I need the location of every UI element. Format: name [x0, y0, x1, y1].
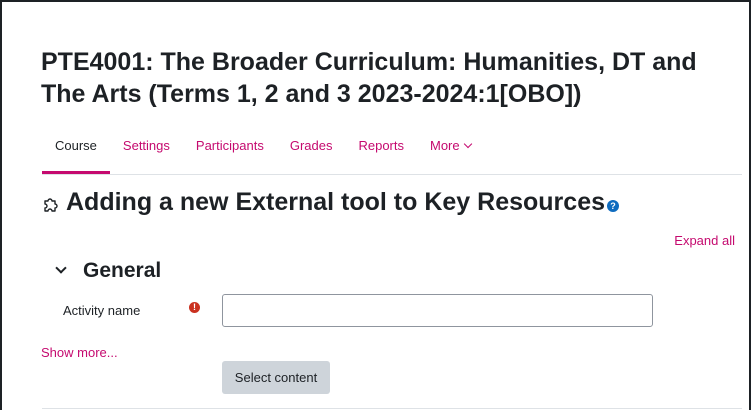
page-title: Adding a new External tool to Key Resour… — [66, 188, 606, 216]
nav-item-settings[interactable]: Settings — [110, 130, 183, 164]
select-content-button[interactable]: Select content — [222, 361, 330, 394]
activity-name-input[interactable] — [222, 294, 653, 327]
nav-item-more[interactable]: More — [417, 130, 484, 164]
course-title: PTE4001: The Broader Curriculum: Humanit… — [41, 48, 697, 108]
show-more-link[interactable]: Show more... — [41, 345, 118, 360]
nav-divider — [42, 174, 742, 175]
chevron-down-icon — [55, 262, 67, 274]
general-section-toggle[interactable]: General — [55, 259, 162, 283]
nav-item-label: Course — [55, 138, 97, 153]
secondary-navigation: Course Settings Participants Grades Repo… — [42, 130, 484, 174]
chevron-down-icon — [463, 139, 472, 149]
section-title-general: General — [83, 259, 162, 282]
help-icon[interactable]: ? — [607, 200, 620, 212]
nav-item-label: More — [430, 138, 460, 153]
nav-item-label: Grades — [289, 138, 333, 153]
nav-item-label: Reports — [358, 138, 404, 153]
nav-item-label: Participants — [195, 138, 264, 153]
section-divider — [42, 408, 742, 409]
nav-item-reports[interactable]: Reports — [345, 130, 417, 164]
expand-all-link[interactable]: Expand all — [674, 233, 735, 248]
puzzle-piece-icon — [44, 198, 58, 212]
nav-item-label: Settings — [122, 138, 170, 153]
nav-item-course[interactable]: Course — [42, 130, 110, 174]
page-heading-row: Adding a new External tool to Key Resour… — [42, 186, 620, 218]
required-icon: ! — [189, 302, 200, 313]
activity-name-label: Activity name — [63, 303, 141, 318]
nav-item-participants[interactable]: Participants — [183, 130, 277, 164]
nav-item-grades[interactable]: Grades — [277, 130, 346, 164]
